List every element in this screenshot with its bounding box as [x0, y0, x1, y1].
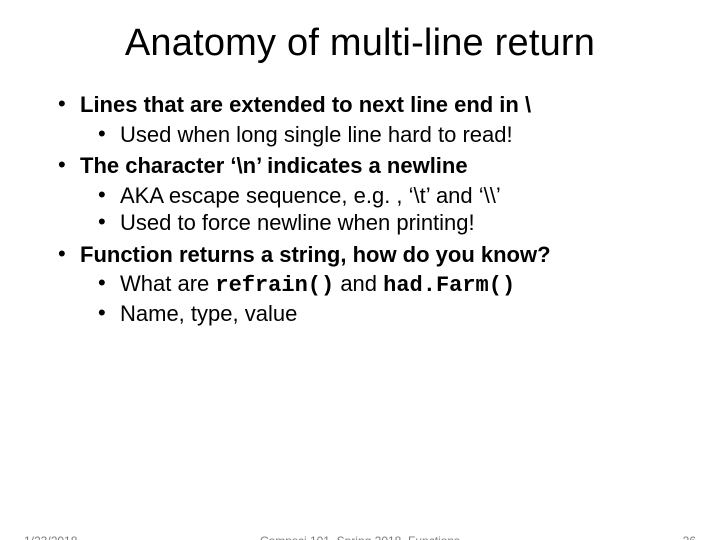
slide-content: Lines that are extended to next line end…: [0, 91, 720, 327]
footer-page-number: 26: [683, 534, 696, 540]
sub-bullet: Used to force newline when printing!: [98, 209, 680, 237]
sub-text: What are: [120, 271, 215, 296]
slide-title: Anatomy of multi-line return: [0, 22, 720, 65]
bullet-head: Lines that are extended to next line end…: [80, 92, 531, 117]
sub-text: and: [334, 271, 383, 296]
bullet-group-2: The character ‘\n’ indicates a newline A…: [58, 152, 680, 237]
slide: Anatomy of multi-line return Lines that …: [0, 22, 720, 540]
sub-bullet: Used when long single line hard to read!: [98, 121, 680, 149]
code-hadfarm: had.Farm(): [383, 273, 515, 298]
bullet-group-1: Lines that are extended to next line end…: [58, 91, 680, 148]
sub-list: AKA escape sequence, e.g. , ‘\t’ and ‘\\…: [80, 182, 680, 237]
bullet-list: Lines that are extended to next line end…: [58, 91, 680, 327]
sub-bullet: What are refrain() and had.Farm(): [98, 270, 680, 300]
sub-list: What are refrain() and had.Farm() Name, …: [80, 270, 680, 327]
sub-bullet: Name, type, value: [98, 300, 680, 328]
bullet-head: The character ‘\n’ indicates a newline: [80, 153, 468, 178]
bullet-head: Function returns a string, how do you kn…: [80, 242, 551, 267]
bullet-group-3: Function returns a string, how do you kn…: [58, 241, 680, 328]
sub-list: Used when long single line hard to read!: [80, 121, 680, 149]
code-refrain: refrain(): [215, 273, 334, 298]
footer-center: Compsci 101, Spring 2018, Functions: [0, 534, 720, 540]
sub-bullet: AKA escape sequence, e.g. , ‘\t’ and ‘\\…: [98, 182, 680, 210]
